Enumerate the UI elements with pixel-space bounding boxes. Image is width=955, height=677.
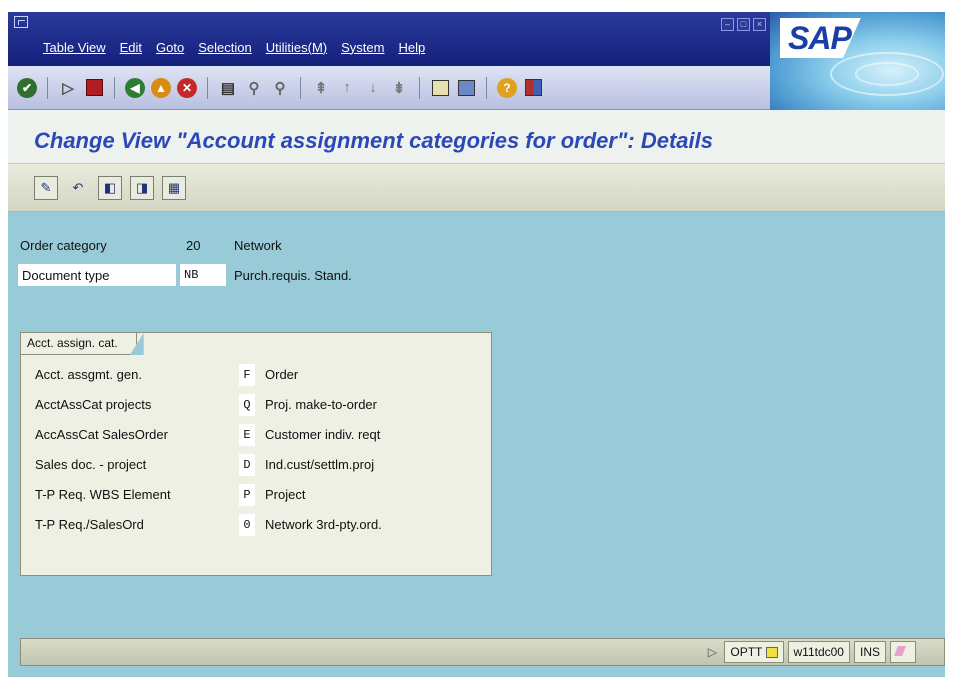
menu-help[interactable]: Help bbox=[391, 40, 432, 55]
status-transaction-icon bbox=[765, 647, 778, 659]
row-text: Project bbox=[265, 487, 306, 502]
row-code-field[interactable]: P bbox=[239, 484, 255, 506]
system-menu-icon[interactable] bbox=[14, 16, 28, 28]
menu-edit[interactable]: Edit bbox=[113, 40, 149, 55]
group-row: AccAssCat SalesOrder E Customer indiv. r… bbox=[29, 423, 485, 447]
status-mode[interactable]: INS bbox=[853, 641, 886, 663]
last-page-icon[interactable]: ⇟ bbox=[388, 77, 410, 99]
row-text: Customer indiv. reqt bbox=[265, 427, 381, 442]
print-icon[interactable]: ▤ bbox=[217, 77, 239, 99]
status-info: ▷ OPTT w11tdc00 INS bbox=[704, 641, 916, 663]
row-code-field[interactable]: F bbox=[239, 364, 255, 386]
undo-icon[interactable]: ↶ bbox=[66, 176, 90, 200]
status-expand-icon[interactable]: ▷ bbox=[704, 641, 720, 663]
layout-menu-icon[interactable] bbox=[522, 77, 544, 99]
menu-system[interactable]: System bbox=[334, 40, 391, 55]
row-label: AccAssCat SalesOrder bbox=[35, 427, 168, 442]
next-entry-icon[interactable]: ◨ bbox=[130, 175, 154, 200]
order-category-text: Network bbox=[234, 238, 282, 253]
menu-goto[interactable]: Goto bbox=[149, 40, 191, 55]
find-icon[interactable]: ⚲ bbox=[243, 77, 265, 99]
group-row: T-P Req. WBS Element P Project bbox=[29, 483, 485, 507]
restore-icon[interactable]: □ bbox=[737, 18, 750, 31]
menu-utilities[interactable]: Utilities(M) bbox=[259, 40, 334, 55]
first-page-icon[interactable]: ⇞ bbox=[310, 77, 332, 99]
standard-toolbar: ✔ ▷ ◀ ▲ ✕ ▤ ⚲ ⚲ ⇞ ↑ ↓ ⇟ ? bbox=[8, 66, 770, 110]
previous-entry-icon[interactable]: ◧ bbox=[98, 175, 122, 200]
menu-selection[interactable]: Selection bbox=[191, 40, 258, 55]
order-category-label: Order category bbox=[20, 238, 107, 253]
document-type-field[interactable]: NB bbox=[180, 264, 226, 286]
cancel-icon[interactable]: ✕ bbox=[176, 77, 198, 99]
toolbar-separator bbox=[300, 76, 301, 99]
toolbar-separator bbox=[207, 76, 208, 99]
back-icon[interactable]: ◀ bbox=[124, 77, 146, 99]
group-row: Sales doc. - project D Ind.cust/settlm.p… bbox=[29, 453, 485, 477]
row-label: T-P Req./SalesOrd bbox=[35, 517, 144, 532]
previous-page-icon[interactable]: ↑ bbox=[336, 77, 358, 99]
save-icon[interactable] bbox=[83, 77, 105, 99]
status-bar: ▷ OPTT w11tdc00 INS bbox=[20, 638, 945, 666]
account-assignment-group: Acct. assign. cat. Acct. assgmt. gen. F … bbox=[20, 332, 492, 576]
order-category-value: 20 bbox=[186, 238, 201, 253]
status-server: w11tdc00 bbox=[787, 641, 850, 663]
menu-items: Table View Edit Goto Selection Utilities… bbox=[36, 40, 432, 55]
toolbar-separator bbox=[486, 76, 487, 99]
row-code-field[interactable]: D bbox=[239, 454, 255, 476]
row-label: AcctAssCat projects bbox=[35, 397, 152, 412]
row-code-field[interactable]: E bbox=[239, 424, 255, 446]
row-label: Sales doc. - project bbox=[35, 457, 147, 472]
group-title: Acct. assign. cat. bbox=[21, 333, 137, 355]
page-title: Change View "Account assignment categori… bbox=[34, 128, 713, 153]
variable-list-icon[interactable]: ▦ bbox=[162, 175, 186, 200]
close-icon[interactable]: × bbox=[753, 18, 766, 31]
enter-check-icon[interactable]: ✔ bbox=[16, 77, 38, 99]
row-code-field[interactable]: 0 bbox=[239, 514, 255, 536]
main-area: Order category 20 Network Document type … bbox=[8, 212, 945, 677]
toolbar-separator bbox=[419, 76, 420, 99]
status-transaction: OPTT bbox=[724, 641, 784, 663]
exit-icon[interactable]: ▲ bbox=[150, 77, 172, 99]
help-icon[interactable]: ? bbox=[496, 77, 518, 99]
shortcut-icon[interactable] bbox=[455, 77, 477, 99]
document-type-label: Document type bbox=[22, 268, 110, 283]
minimize-icon[interactable]: – bbox=[721, 18, 734, 31]
row-text: Order bbox=[265, 367, 299, 382]
toolbar-separator bbox=[47, 76, 48, 99]
group-row: AcctAssCat projects Q Proj. make-to-orde… bbox=[29, 393, 485, 417]
create-session-icon[interactable] bbox=[429, 77, 451, 99]
row-label: T-P Req. WBS Element bbox=[35, 487, 171, 502]
row-code-field[interactable]: Q bbox=[239, 394, 255, 416]
display-change-icon[interactable]: ✎ bbox=[34, 175, 58, 200]
application-toolbar: ✎ ↶ ◧ ◨ ▦ bbox=[8, 164, 945, 212]
next-page-icon[interactable]: ↓ bbox=[362, 77, 384, 99]
title-bar: Change View "Account assignment categori… bbox=[8, 110, 945, 164]
document-type-text: Purch.requis. Stand. bbox=[234, 268, 352, 283]
status-lock-icon bbox=[890, 641, 916, 663]
row-text: Proj. make-to-order bbox=[265, 397, 377, 412]
sap-logo: SAP bbox=[780, 18, 861, 58]
menu-table-view[interactable]: Table View bbox=[36, 40, 113, 55]
row-text: Network 3rd-pty.ord. bbox=[265, 517, 382, 532]
sap-logo-area: SAP bbox=[770, 12, 945, 110]
row-text: Ind.cust/settlm.proj bbox=[265, 457, 375, 472]
group-row: T-P Req./SalesOrd 0 Network 3rd-pty.ord. bbox=[29, 513, 485, 537]
find-next-icon[interactable]: ⚲ bbox=[269, 77, 291, 99]
window-controls: – □ × bbox=[721, 18, 766, 31]
row-label: Acct. assgmt. gen. bbox=[35, 367, 142, 382]
command-field-arrow-icon[interactable]: ▷ bbox=[57, 77, 79, 99]
group-row: Acct. assgmt. gen. F Order bbox=[29, 363, 485, 387]
toolbar-separator bbox=[114, 76, 115, 99]
